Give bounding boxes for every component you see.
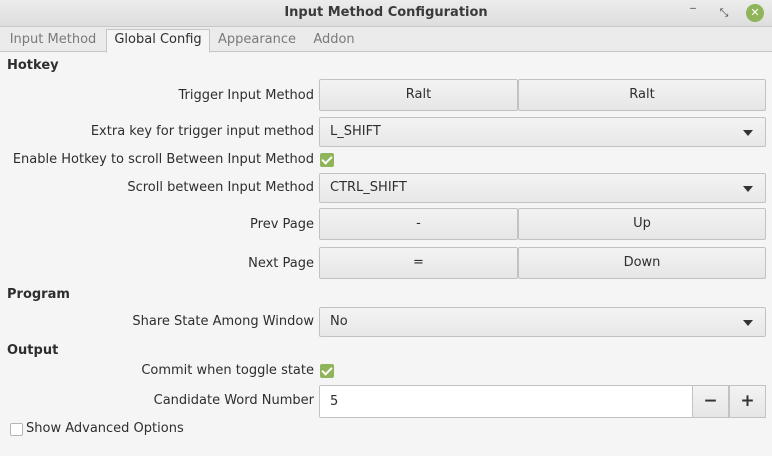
close-icon[interactable]: ✕	[746, 4, 764, 22]
scroll-between-dropdown[interactable]: CTRL_SHIFT	[319, 173, 766, 203]
increment-button[interactable]: +	[729, 385, 766, 418]
trigger-key-2-button[interactable]: Ralt	[518, 79, 766, 111]
scroll-between-label: Scroll between Input Method	[127, 180, 314, 195]
extra-key-dropdown[interactable]: L_SHIFT	[319, 117, 766, 147]
candidate-number-input[interactable]: 5	[319, 385, 693, 418]
tab-input-method[interactable]: Input Method	[4, 30, 102, 52]
decrement-button[interactable]: −	[692, 385, 729, 418]
trigger-input-method-label: Trigger Input Method	[178, 88, 314, 103]
enable-scroll-label: Enable Hotkey to scroll Between Input Me…	[12, 152, 314, 167]
hotkey-heading: Hotkey	[7, 58, 59, 73]
chevron-down-icon	[743, 320, 753, 326]
title-bar: Input Method Configuration ‾ ⤡ ✕	[0, 0, 772, 27]
share-state-value: No	[330, 314, 348, 329]
next-page-key-1-button[interactable]: =	[319, 247, 518, 279]
scroll-between-value: CTRL_SHIFT	[330, 180, 407, 195]
commit-toggle-label: Commit when toggle state	[141, 363, 314, 378]
trigger-key-1-button[interactable]: Ralt	[319, 79, 518, 111]
prev-page-key-1-button[interactable]: -	[319, 208, 518, 240]
show-advanced-checkbox[interactable]	[10, 423, 23, 436]
chevron-down-icon	[743, 186, 753, 192]
prev-page-key-2-button[interactable]: Up	[518, 208, 766, 240]
tab-global-config[interactable]: Global Config	[106, 29, 210, 53]
show-advanced-label[interactable]: Show Advanced Options	[26, 421, 184, 436]
window-title: Input Method Configuration	[284, 5, 488, 20]
tab-appearance[interactable]: Appearance	[214, 30, 300, 52]
tab-bar: Input Method Global Config Appearance Ad…	[0, 27, 772, 53]
output-heading: Output	[7, 343, 59, 358]
extra-key-label: Extra key for trigger input method	[90, 124, 314, 139]
next-page-key-2-button[interactable]: Down	[518, 247, 766, 279]
enable-scroll-checkbox[interactable]	[320, 153, 334, 167]
commit-toggle-checkbox[interactable]	[320, 364, 334, 378]
share-state-label: Share State Among Window	[132, 314, 314, 329]
candidate-number-label: Candidate Word Number	[153, 393, 314, 408]
share-state-dropdown[interactable]: No	[319, 307, 766, 337]
minimize-icon[interactable]: ‾	[684, 4, 702, 22]
candidate-number-value: 5	[330, 394, 339, 409]
next-page-label: Next Page	[248, 256, 314, 271]
program-heading: Program	[7, 287, 70, 302]
prev-page-label: Prev Page	[250, 217, 314, 232]
extra-key-value: L_SHIFT	[330, 124, 381, 139]
chevron-down-icon	[743, 130, 753, 136]
tab-addon[interactable]: Addon	[304, 30, 364, 52]
maximize-icon[interactable]: ⤡	[715, 4, 733, 22]
